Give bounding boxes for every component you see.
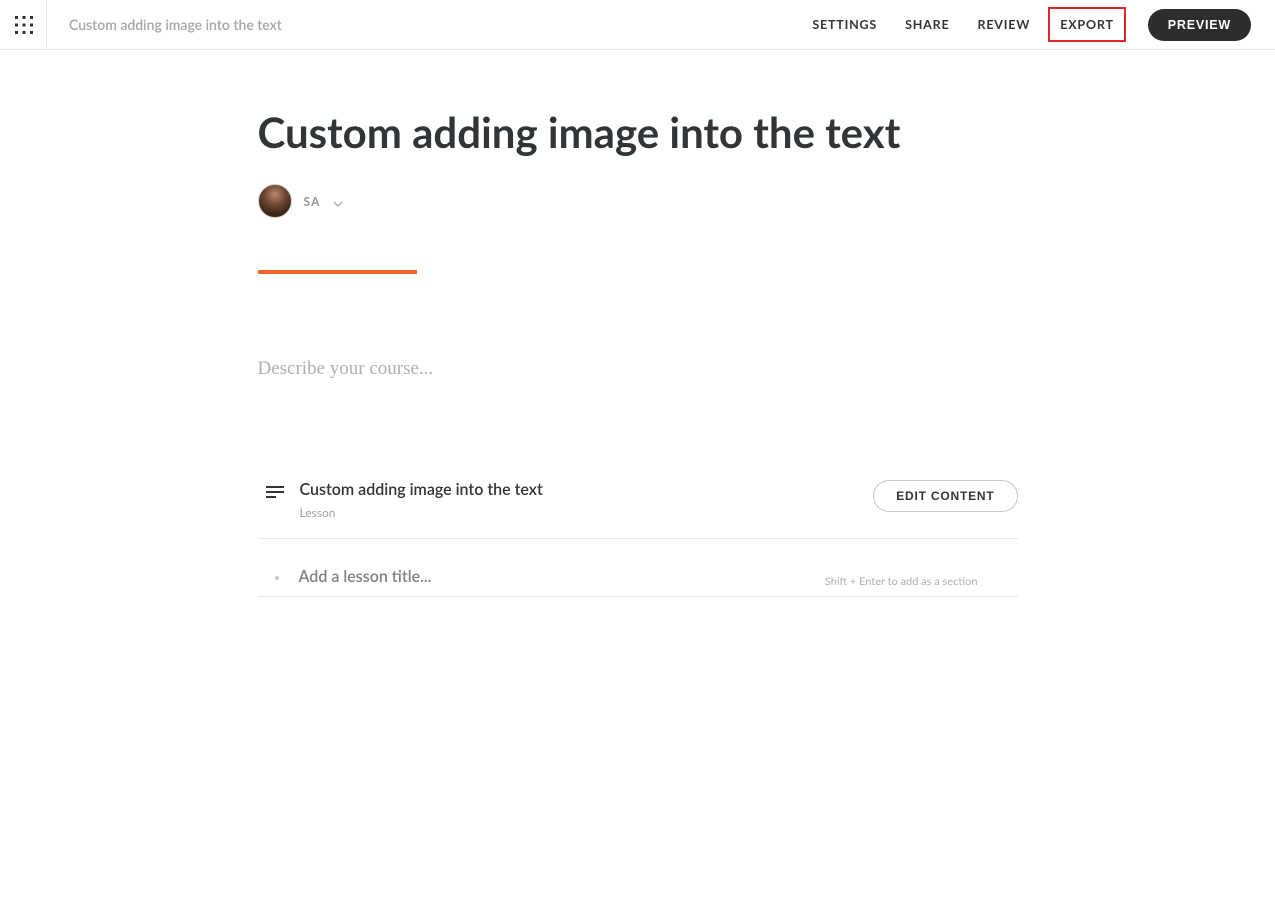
add-lesson-input[interactable]: Add a lesson title...: [299, 567, 432, 586]
nav-review[interactable]: REVIEW: [977, 17, 1030, 32]
nav-settings[interactable]: SETTINGS: [812, 17, 877, 32]
page-title[interactable]: Custom adding image into the text: [258, 108, 1018, 156]
chevron-down-icon: [333, 192, 343, 211]
top-header: Custom adding image into the text SETTIN…: [0, 0, 1275, 50]
lesson-row[interactable]: Custom adding image into the text Lesson…: [258, 470, 1018, 539]
breadcrumb[interactable]: Custom adding image into the text: [69, 16, 812, 33]
main-content: Custom adding image into the text SA Des…: [258, 50, 1018, 597]
header-nav: SETTINGS SHARE REVIEW EXPORT PREVIEW: [812, 9, 1251, 41]
lesson-info: Custom adding image into the text Lesson: [300, 480, 874, 520]
author-row[interactable]: SA: [258, 184, 1018, 218]
lesson-type-label: Lesson: [300, 505, 874, 520]
course-description-input[interactable]: Describe your course...: [258, 358, 1018, 380]
bullet-icon: [275, 576, 279, 580]
edit-content-button[interactable]: EDIT CONTENT: [873, 480, 1017, 512]
preview-button[interactable]: PREVIEW: [1148, 9, 1251, 41]
apps-grid-icon[interactable]: [12, 13, 36, 37]
lesson-title: Custom adding image into the text: [300, 480, 874, 499]
add-lesson-hint: Shift + Enter to add as a section: [825, 575, 978, 588]
lesson-text-icon: [266, 484, 284, 503]
header-divider: [46, 1, 47, 49]
avatar: [258, 184, 292, 218]
nav-export[interactable]: EXPORT: [1048, 7, 1126, 42]
add-lesson-row[interactable]: Add a lesson title... Shift + Enter to a…: [258, 539, 1018, 597]
accent-bar: [258, 270, 417, 274]
nav-share[interactable]: SHARE: [905, 17, 949, 32]
author-initials: SA: [304, 194, 321, 209]
